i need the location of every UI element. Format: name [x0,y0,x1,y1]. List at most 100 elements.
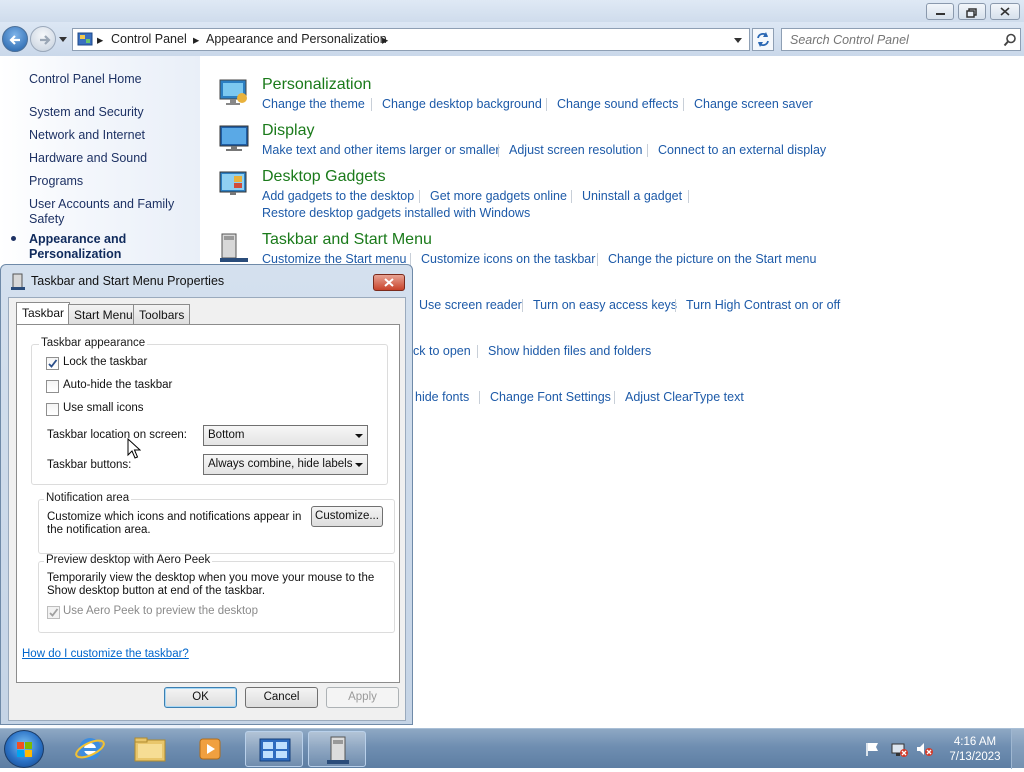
screen-reader-link[interactable]: Use screen reader [419,298,522,312]
change-sound-effects-link[interactable]: Change sound effects [557,97,678,111]
sidebar-item-programs[interactable]: Programs [29,174,189,189]
change-screen-saver-link[interactable]: Change screen saver [694,97,813,111]
internet-explorer-icon [75,738,105,760]
taskbar-media-player[interactable] [181,731,239,767]
font-settings-link[interactable]: Change Font Settings [490,390,611,404]
change-theme-link[interactable]: Change the theme [262,97,365,111]
auto-hide-checkbox[interactable] [46,380,59,393]
taskbar-buttons-select[interactable]: Always combine, hide labels [203,454,368,475]
breadcrumb-arrow-icon[interactable]: ▸ [193,32,199,47]
sidebar-item-system-security[interactable]: System and Security [29,105,189,120]
window-titlebar [0,0,1024,22]
aero-peek-label[interactable]: Use Aero Peek to preview the desktop [63,605,258,617]
easy-access-keys-link[interactable]: Turn on easy access keys [533,298,677,312]
apply-button[interactable]: Apply [326,687,399,708]
customize-button[interactable]: Customize... [311,506,383,527]
location-select[interactable]: Bottom [203,425,368,446]
refresh-button[interactable] [752,28,774,51]
change-start-picture-link[interactable]: Change the picture on the Start menu [608,252,816,266]
system-clock[interactable]: 4:16 AM 7/13/2023 [944,735,1006,765]
recent-pages-dropdown-icon[interactable] [58,36,68,44]
small-icons-checkbox[interactable] [46,403,59,416]
aero-peek-heading: Preview desktop with Aero Peek [44,554,213,566]
forward-arrow-icon [40,35,51,45]
network-status-icon[interactable] [889,740,909,758]
refresh-icon [757,32,769,47]
aero-peek-checkbox[interactable] [47,606,60,619]
back-arrow-icon [9,35,20,45]
tab-taskbar[interactable]: Taskbar [16,302,71,325]
address-dropdown-icon[interactable] [733,37,743,44]
desktop-gadgets-heading[interactable]: Desktop Gadgets [262,168,386,186]
external-display-link[interactable]: Connect to an external display [658,143,826,157]
customize-taskbar-icons-link[interactable]: Customize icons on the taskbar [421,252,595,266]
display-heading[interactable]: Display [262,122,314,140]
checkmark-icon [48,359,58,368]
taskbar-buttons-label: Taskbar buttons: [47,459,132,471]
divider [614,391,615,404]
auto-hide-label[interactable]: Auto-hide the taskbar [63,379,172,391]
search-box[interactable] [781,28,1021,51]
taskbar-windows-explorer[interactable] [121,731,179,767]
restore-button[interactable] [958,3,986,20]
active-item-bullet [11,236,16,241]
checkmark-icon [49,608,59,617]
action-center-flag-icon[interactable] [864,741,882,757]
uninstall-gadget-link[interactable]: Uninstall a gadget [582,189,682,203]
close-window-button[interactable] [990,3,1020,20]
minimize-button[interactable] [926,3,954,20]
sidebar-item-appearance-active[interactable]: Appearance and Personalization [29,232,189,262]
sidebar-item-network-internet[interactable]: Network and Internet [29,128,189,143]
back-button[interactable] [2,26,28,52]
taskbar-control-panel[interactable] [245,731,303,767]
personalization-icon [219,79,247,105]
screen-resolution-link[interactable]: Adjust screen resolution [509,143,642,157]
close-icon [1000,7,1010,16]
taskbar-internet-explorer[interactable] [61,731,119,767]
notification-description: Customize which icons and notifications … [47,511,302,536]
volume-muted-icon[interactable] [914,740,934,758]
hide-fonts-link[interactable]: hide fonts [415,390,469,404]
lock-taskbar-checkbox[interactable] [46,357,59,370]
personalization-heading[interactable]: Personalization [262,76,371,94]
sidebar-item-user-accounts[interactable]: User Accounts and Family Safety [29,197,189,227]
cleartype-link[interactable]: Adjust ClearType text [625,390,744,404]
help-link[interactable]: How do I customize the taskbar? [22,648,189,660]
taskbar-start-menu-heading[interactable]: Taskbar and Start Menu [262,231,432,249]
show-desktop-button[interactable] [1011,729,1024,769]
search-icon[interactable] [1003,33,1017,47]
windows-logo-icon [17,742,32,757]
get-more-gadgets-link[interactable]: Get more gadgets online [430,189,567,203]
lock-taskbar-label[interactable]: Lock the taskbar [63,356,147,368]
control-panel-home-link[interactable]: Control Panel Home [29,72,189,87]
add-gadgets-link[interactable]: Add gadgets to the desktop [262,189,414,203]
taskbar-buttons-value: Always combine, hide labels [208,458,353,470]
breadcrumb-arrow-icon[interactable]: ▸ [382,32,388,47]
forward-button[interactable] [30,26,56,52]
restore-gadgets-link[interactable]: Restore desktop gadgets installed with W… [262,206,530,220]
ok-button[interactable]: OK [164,687,237,708]
search-input[interactable] [788,31,998,48]
taskbar-properties-window[interactable] [308,731,366,767]
folder-icon [134,737,166,762]
address-bar[interactable]: ▸ Control Panel ▸ Appearance and Persona… [72,28,750,51]
divider [371,98,372,111]
breadcrumb-control-panel[interactable]: Control Panel [111,32,187,46]
tab-start-menu[interactable]: Start Menu [68,304,139,324]
click-to-open-link[interactable]: ck to open [413,344,471,358]
high-contrast-link[interactable]: Turn High Contrast on or off [686,298,840,312]
breadcrumb-appearance[interactable]: Appearance and Personalization [206,32,387,46]
dialog-close-button[interactable] [373,274,405,291]
show-hidden-files-link[interactable]: Show hidden files and folders [488,344,651,358]
control-panel-icon [77,32,93,46]
mouse-cursor-icon [127,438,141,459]
tab-toolbars[interactable]: Toolbars [133,304,191,324]
change-background-link[interactable]: Change desktop background [382,97,542,111]
control-panel-icon [259,738,291,762]
small-icons-label[interactable]: Use small icons [63,402,144,414]
sidebar-item-hardware-sound[interactable]: Hardware and Sound [29,151,189,166]
text-size-link[interactable]: Make text and other items larger or smal… [262,143,500,157]
cancel-button[interactable]: Cancel [245,687,318,708]
start-button[interactable] [4,730,44,768]
breadcrumb-arrow-icon[interactable]: ▸ [97,32,103,47]
